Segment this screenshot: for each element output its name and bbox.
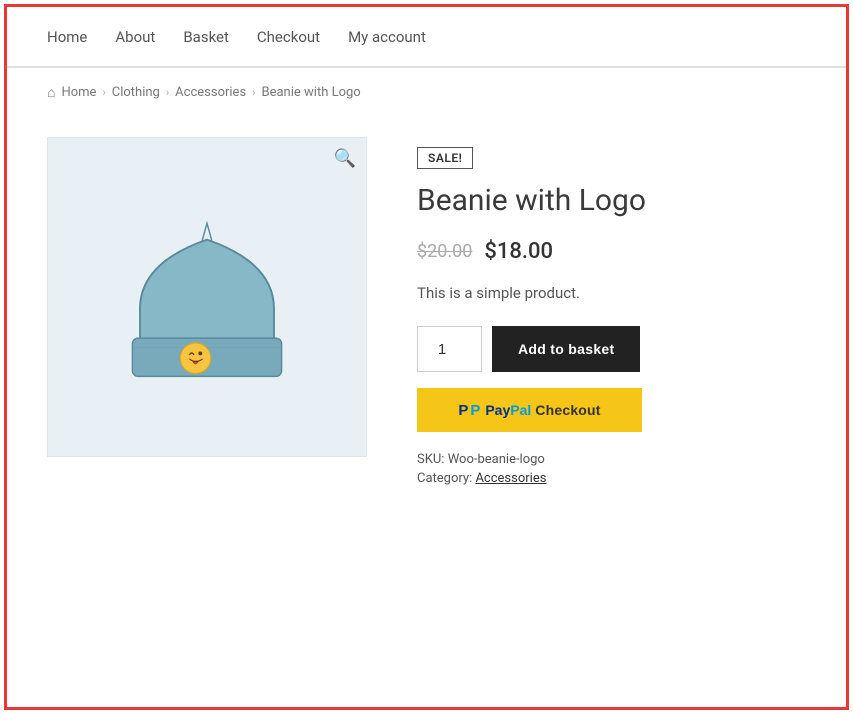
category-label: Category: [417, 471, 472, 486]
nav-about[interactable]: About [115, 28, 155, 46]
breadcrumb: ⌂ Home › Clothing › Accessories › Beanie… [7, 68, 846, 117]
product-description: This is a simple product. [417, 284, 806, 302]
home-icon: ⌂ [47, 84, 55, 101]
paypal-p1: P [458, 402, 468, 419]
breadcrumb-accessories[interactable]: Accessories [175, 85, 246, 100]
price-old: $20.00 [417, 241, 472, 262]
nav-checkout[interactable]: Checkout [257, 28, 320, 46]
paypal-logo: PP PayPal [458, 402, 531, 419]
main-nav: Home About Basket Checkout My account [7, 7, 846, 67]
price-new: $18.00 [484, 239, 553, 264]
page-border: Home About Basket Checkout My account ⌂ … [4, 4, 849, 710]
product-image-container: 🔍 [47, 137, 367, 457]
paypal-name: PayPal [485, 402, 531, 418]
product-info: SALE! Beanie with Logo $20.00 $18.00 Thi… [417, 137, 806, 490]
product-meta: SKU: Woo-beanie-logo Category: Accessori… [417, 452, 806, 486]
paypal-checkout-text: Checkout [535, 402, 600, 418]
breadcrumb-sep-1: › [102, 86, 105, 99]
price-wrap: $20.00 $18.00 [417, 239, 806, 264]
product-area: 🔍 [7, 117, 846, 530]
category-line: Category: Accessories [417, 471, 806, 486]
breadcrumb-current: Beanie with Logo [261, 85, 360, 100]
nav-my-account[interactable]: My account [348, 28, 426, 46]
product-image [107, 187, 307, 407]
quantity-input[interactable] [417, 326, 482, 372]
sku-label: SKU: [417, 452, 444, 467]
sku-line: SKU: Woo-beanie-logo [417, 452, 806, 467]
paypal-p2: P [470, 402, 480, 419]
product-title: Beanie with Logo [417, 183, 806, 219]
paypal-checkout-button[interactable]: PP PayPal Checkout [417, 388, 642, 432]
sku-value: Woo-beanie-logo [448, 452, 545, 467]
sale-badge: SALE! [417, 147, 473, 169]
nav-basket[interactable]: Basket [183, 28, 229, 46]
breadcrumb-home[interactable]: Home [61, 85, 96, 100]
breadcrumb-clothing[interactable]: Clothing [112, 85, 160, 100]
add-to-basket-row: Add to basket [417, 326, 806, 372]
add-to-basket-button[interactable]: Add to basket [492, 326, 640, 372]
category-link[interactable]: Accessories [475, 471, 546, 486]
nav-home[interactable]: Home [47, 28, 87, 46]
breadcrumb-sep-3: › [252, 86, 255, 99]
breadcrumb-sep-2: › [166, 86, 169, 99]
zoom-icon[interactable]: 🔍 [334, 148, 356, 169]
